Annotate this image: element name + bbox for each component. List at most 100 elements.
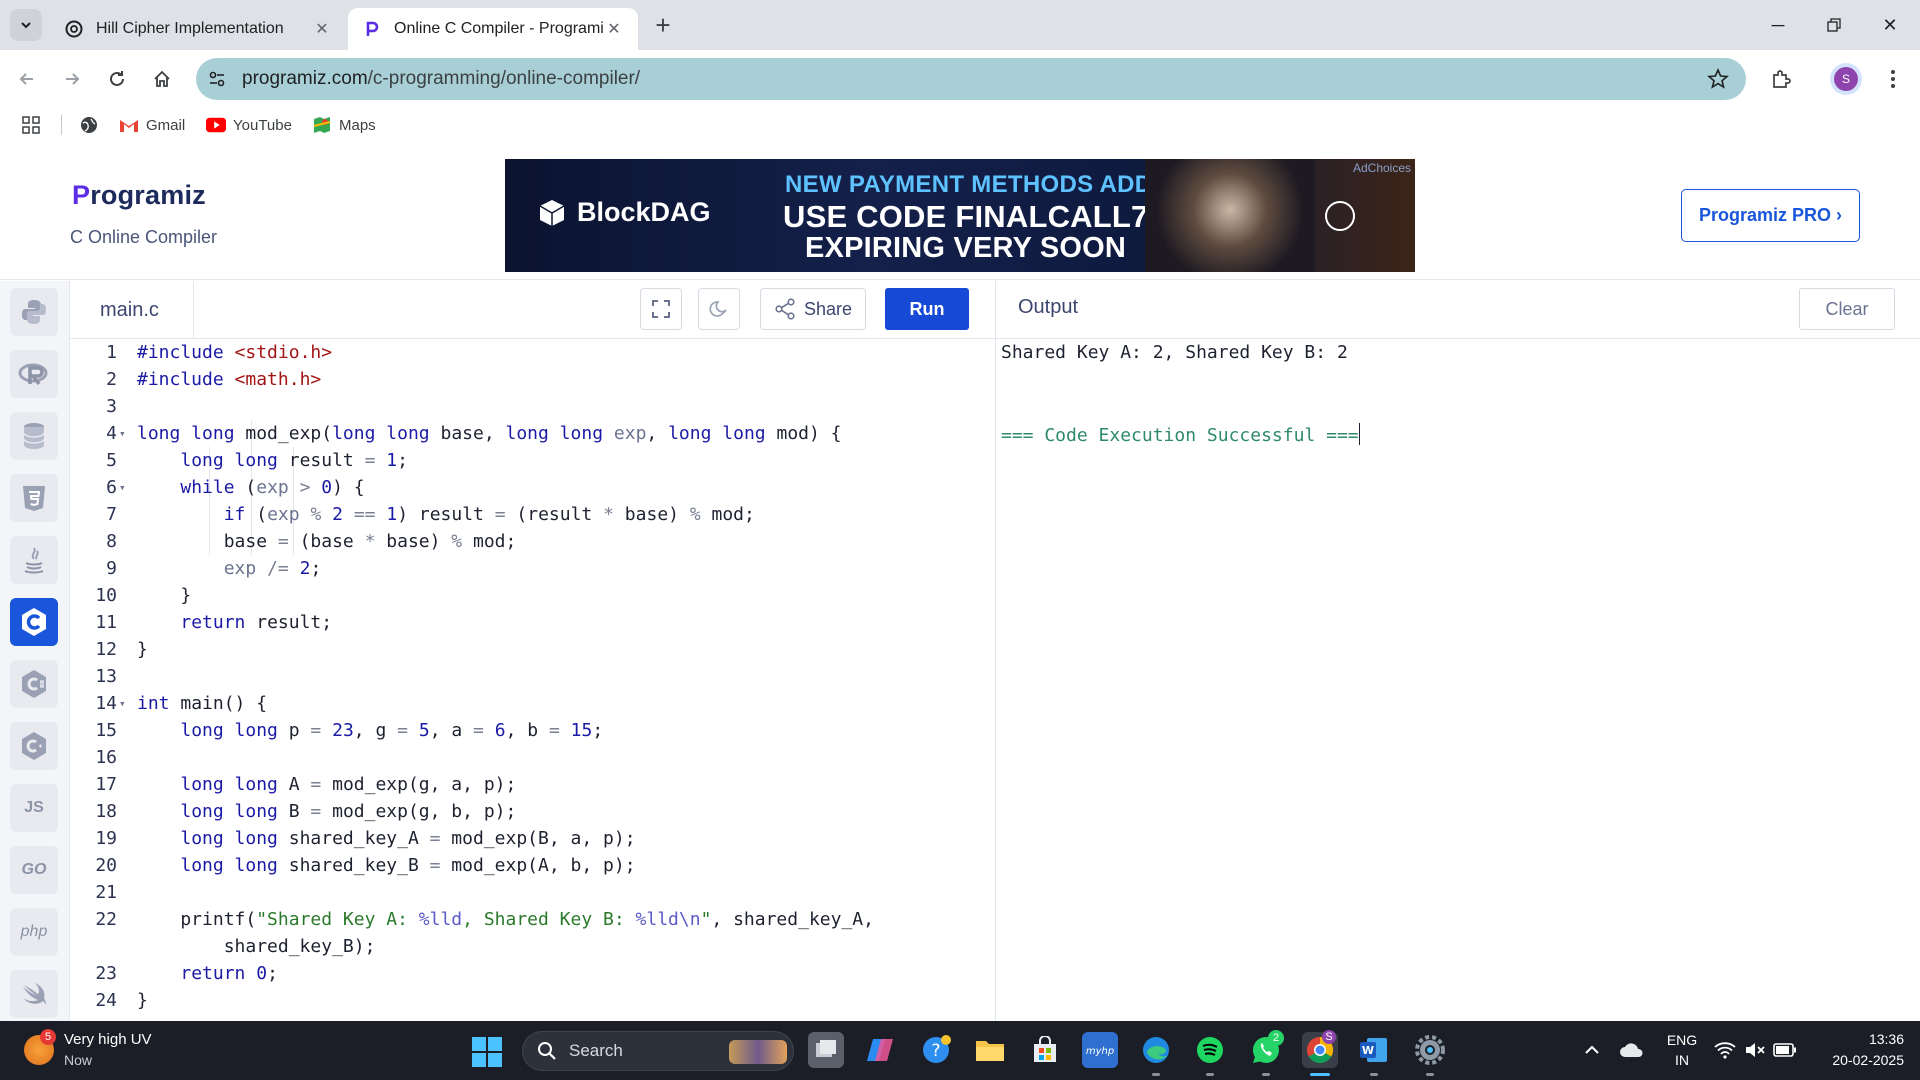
battery-icon [1773,1043,1796,1057]
close-window-button[interactable]: ✕ [1862,0,1918,50]
cpp-icon [22,732,46,760]
swift-icon [23,983,46,1005]
minimize-button[interactable]: ─ [1750,0,1806,50]
lang-swift[interactable] [10,970,58,1018]
site-info-icon[interactable] [200,62,234,96]
fullscreen-button[interactable] [640,288,682,330]
run-button[interactable]: Run [885,288,969,330]
fold-arrow-icon[interactable]: ▾ [119,420,126,447]
extensions-button[interactable] [1764,62,1798,96]
lang-r[interactable] [10,350,58,398]
lang-go[interactable]: GO [10,846,58,894]
reload-button[interactable] [100,62,134,96]
ad-line-1: NEW PAYMENT METHODS ADDED! [785,171,1195,198]
bookmark-youtube[interactable]: YouTube [206,114,292,136]
close-tab-icon[interactable]: ✕ [312,19,332,39]
url-text: programiz.com/c-programming/online-compi… [242,68,640,90]
onedrive-tray[interactable] [1614,1032,1650,1068]
lang-cpp[interactable] [10,722,58,770]
forward-button[interactable] [55,62,89,96]
lang-c[interactable] [10,598,58,646]
adchoices-label[interactable]: AdChoices [1353,161,1411,175]
folder-icon [976,1041,1004,1061]
edge-app[interactable] [1138,1032,1174,1068]
lang-html[interactable] [10,474,58,522]
r-lang-icon [18,363,48,386]
restore-icon [1827,18,1841,32]
code-editor[interactable]: 1 #include <stdio.h> 2 #include <math.h> 3… [70,339,995,1021]
code-line: 13 [95,666,117,687]
bookmark-globe[interactable] [80,114,98,136]
code-line: 24} [95,990,148,1011]
lang-csharp[interactable] [10,660,58,708]
apps-button[interactable] [22,114,40,136]
bookmark-star-icon[interactable] [1706,67,1730,91]
fold-arrow-icon[interactable]: ▾ [119,474,126,501]
wifi-tray[interactable] [1710,1032,1740,1068]
code-line: 10 } [95,585,192,606]
home-button[interactable] [145,62,179,96]
ad-banner[interactable]: BlockDAG NEW PAYMENT METHODS ADDED! USE … [505,159,1415,272]
close-tab-icon[interactable]: ✕ [604,19,624,39]
fold-arrow-icon[interactable]: ▾ [119,690,126,717]
code-line: 15 long long p = 23, g = 5, a = 6, b = 1… [95,720,604,741]
ad-brand: BlockDAG [537,197,711,228]
windows-start-button[interactable] [472,1037,502,1067]
code-line: 1 #include <stdio.h> [106,342,333,363]
code-line: 20 long long shared_key_B = mod_exp(A, b… [95,855,636,876]
clear-button[interactable]: Clear [1799,288,1895,330]
lang-javascript[interactable]: JS [10,784,58,832]
volume-tray[interactable] [1740,1032,1770,1068]
browser-tab-programiz[interactable]: Online C Compiler - Programiz ✕ [348,8,638,50]
arrow-left-icon [19,73,33,85]
bookmark-gmail[interactable]: Gmail [119,114,185,136]
volume-muted-icon [1746,1043,1765,1057]
back-button[interactable] [10,62,44,96]
settings-app[interactable] [1412,1032,1448,1068]
input-language[interactable]: ENG [1664,1032,1700,1048]
weather-title[interactable]: Very high UV [64,1031,152,1048]
programiz-pro-button[interactable]: Programiz PRO › [1681,189,1860,242]
bookmark-maps[interactable]: Maps [312,114,376,136]
java-icon [24,547,44,574]
windows-taskbar: 5 Very high UV Now Search ? myhp 2 S W E… [0,1021,1920,1080]
clock-time[interactable]: 13:36 [1812,1031,1904,1047]
task-view-app[interactable] [808,1032,844,1068]
chrome-profile-badge: S [1322,1030,1336,1044]
youtube-icon [206,116,226,134]
tab-search-button[interactable] [10,9,42,41]
share-button[interactable]: Share [760,288,866,330]
code-line: 4 ▾ long long mod_exp(long long base, long… [70,420,995,447]
puzzle-icon [1773,70,1791,88]
code-line: 22 printf("Shared Key A: %lld, Shared Ke… [95,909,874,930]
programiz-logo[interactable]: Programiz [72,180,206,211]
dark-mode-button[interactable] [698,288,740,330]
myhp-app[interactable]: myhp [1082,1032,1118,1068]
spotify-app[interactable] [1192,1032,1228,1068]
weather-badge: 5 [40,1029,56,1045]
battery-tray[interactable] [1770,1032,1800,1068]
wifi-icon [1714,1042,1736,1059]
new-tab-button[interactable]: + [648,10,678,40]
output-success-line: === Code Execution Successful === [1001,423,1360,446]
taskbar-search[interactable]: Search [522,1031,794,1071]
lang-sql[interactable] [10,412,58,460]
restore-button[interactable] [1806,0,1862,50]
file-explorer-app[interactable] [972,1032,1008,1068]
address-bar[interactable]: programiz.com/c-programming/online-compi… [196,58,1746,100]
tray-overflow-button[interactable] [1574,1032,1610,1068]
spotify-icon [1197,1037,1223,1063]
file-tab-main-c[interactable]: main.c [70,281,194,339]
word-app[interactable]: W [1356,1032,1392,1068]
profile-avatar[interactable]: S [1830,63,1862,95]
copilot-app[interactable] [862,1032,898,1068]
browser-tab-hill-cipher[interactable]: Hill Cipher Implementation ✕ [50,8,346,50]
browser-menu-button[interactable] [1876,62,1910,96]
lang-java[interactable] [10,536,58,584]
lang-php[interactable]: php [10,908,58,956]
output-console[interactable]: Shared Key A: 2, Shared Key B: 2 === Cod… [995,339,1920,1021]
ms-store-app[interactable] [1027,1032,1063,1068]
get-help-app[interactable]: ? [918,1032,954,1068]
lang-python[interactable] [10,288,58,336]
csharp-icon [22,670,46,698]
